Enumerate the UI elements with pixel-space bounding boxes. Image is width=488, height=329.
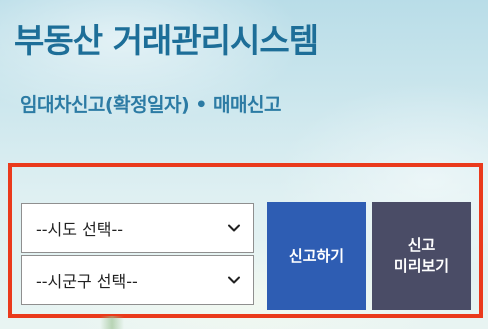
chevron-down-icon [228,224,240,232]
preview-button-label: 신고 미리보기 [394,235,449,277]
chevron-down-icon [228,276,240,284]
report-button[interactable]: 신고하기 [267,202,366,310]
preview-button-line2: 미리보기 [393,257,450,275]
report-button-label: 신고하기 [288,246,345,265]
report-panel: --시도 선택-- --시군구 선택-- 신고하기 신고 미리보기 [8,163,483,318]
sigungu-select-value: --시군구 선택-- [36,272,138,291]
preview-button[interactable]: 신고 미리보기 [372,202,471,310]
sigungu-select[interactable]: --시군구 선택-- [21,255,254,305]
preview-button-line1: 신고 [407,236,436,254]
background-plant [100,316,124,329]
sido-select[interactable]: --시도 선택-- [21,203,254,253]
page-subtitle: 임대차신고(확정일자) • 매매신고 [20,94,281,116]
sido-select-value: --시도 선택-- [36,220,124,239]
page-title: 부동산 거래관리시스템 [14,21,319,60]
